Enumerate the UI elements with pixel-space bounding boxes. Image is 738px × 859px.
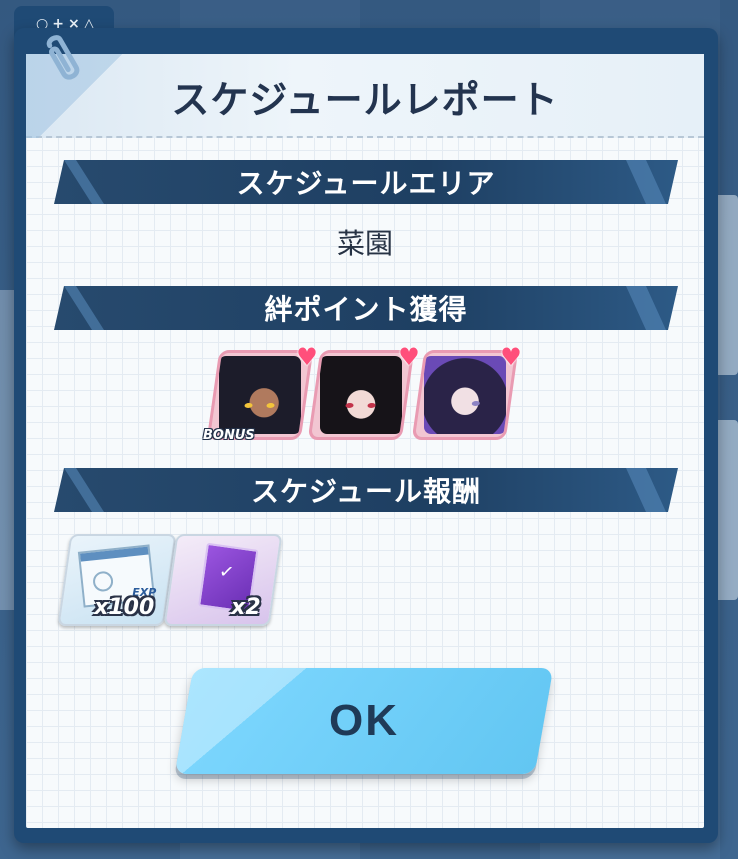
heart-icon: ♥ bbox=[296, 343, 318, 371]
reward-section-label: スケジュール報酬 bbox=[250, 475, 482, 508]
character-portrait bbox=[424, 356, 506, 434]
bond-section-label: 絆ポイント獲得 bbox=[264, 293, 468, 326]
reward-section-header: スケジュール報酬 bbox=[54, 468, 678, 512]
area-section-header: スケジュールエリア bbox=[54, 160, 678, 204]
heart-icon: ♥ bbox=[398, 343, 420, 371]
area-name: 菜園 bbox=[336, 227, 393, 260]
heart-icon: ♥ bbox=[500, 343, 522, 371]
ok-button[interactable]: OK bbox=[174, 668, 554, 774]
reward-quantity: x2 bbox=[230, 595, 261, 620]
reward-item-exp[interactable]: EXP x100 bbox=[57, 534, 177, 626]
area-section-label: スケジュールエリア bbox=[236, 167, 496, 200]
dialog-title: スケジュールレポート bbox=[171, 77, 559, 122]
character-portrait bbox=[219, 356, 301, 434]
ok-button-label: OK bbox=[329, 696, 399, 745]
reward-item-ticket[interactable]: x2 bbox=[163, 534, 283, 626]
bond-section-header: 絆ポイント獲得 bbox=[54, 286, 678, 330]
reward-quantity: x100 bbox=[94, 595, 155, 620]
paperclip-icon bbox=[46, 35, 80, 80]
bonus-badge: BONUS bbox=[203, 428, 255, 443]
character-portrait bbox=[320, 356, 402, 434]
dialog-header: スケジュールレポート bbox=[26, 54, 704, 138]
